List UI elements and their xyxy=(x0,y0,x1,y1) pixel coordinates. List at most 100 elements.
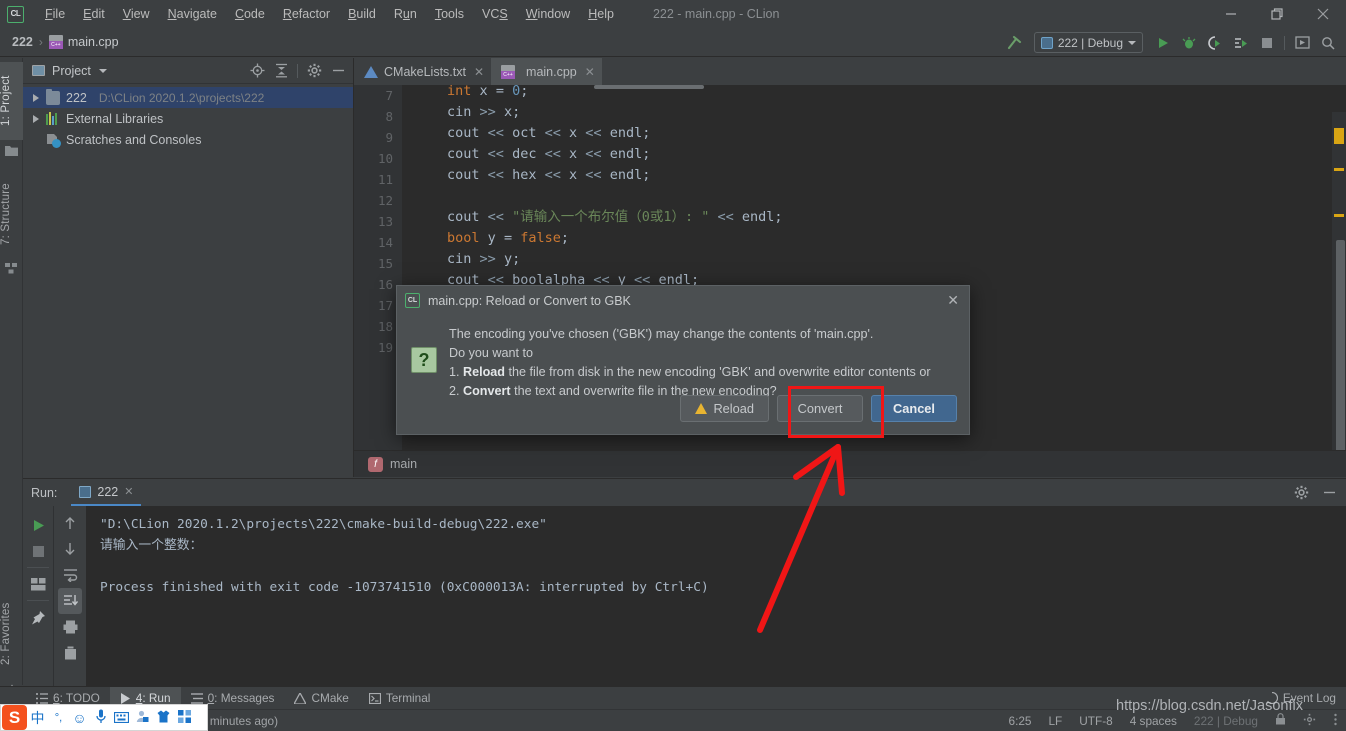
scroll-down-button[interactable] xyxy=(58,536,82,562)
scroll-up-button[interactable] xyxy=(58,510,82,536)
locate-icon[interactable] xyxy=(246,61,268,81)
tree-node-external-libraries[interactable]: External Libraries xyxy=(23,108,353,129)
run-configuration-selector[interactable]: 222 | Debug xyxy=(1033,32,1143,53)
minimize-button[interactable] xyxy=(1208,0,1254,28)
soft-wrap-button[interactable] xyxy=(58,562,82,588)
tab-main-cpp[interactable]: main.cpp ✕ xyxy=(491,58,602,85)
rerun-button[interactable] xyxy=(26,512,50,538)
gear-icon[interactable] xyxy=(1290,483,1312,503)
collapse-all-icon[interactable] xyxy=(270,61,292,81)
editor-scrollbar-thumb[interactable] xyxy=(1336,240,1345,450)
emoji-icon[interactable]: ☺ xyxy=(69,710,90,726)
menu-code[interactable]: Code xyxy=(226,3,274,25)
apps-icon[interactable] xyxy=(174,709,195,726)
pin-tab-button[interactable] xyxy=(26,604,50,630)
caret-position[interactable]: 6:25 xyxy=(1009,714,1032,728)
line-number: 8 xyxy=(385,109,393,124)
warning-icon xyxy=(695,403,708,414)
reload-button[interactable]: Reload xyxy=(680,395,769,422)
breadcrumb-function[interactable]: main xyxy=(390,457,417,471)
close-icon[interactable]: ✕ xyxy=(947,292,959,309)
menu-vcs[interactable]: VCS xyxy=(473,3,517,25)
bottom-tab-terminal[interactable]: Terminal xyxy=(359,687,441,710)
close-icon[interactable]: ✕ xyxy=(474,65,484,79)
search-everywhere-icon[interactable] xyxy=(1316,32,1340,54)
menu-help[interactable]: Help xyxy=(579,3,623,25)
project-structure-icon[interactable] xyxy=(1290,32,1314,54)
cancel-button[interactable]: Cancel xyxy=(871,395,957,422)
layout-button[interactable] xyxy=(26,571,50,597)
close-icon[interactable]: ✕ xyxy=(124,485,133,498)
chevron-down-icon[interactable] xyxy=(98,68,107,73)
menu-run[interactable]: Run xyxy=(385,3,426,25)
play-icon xyxy=(120,692,130,704)
line-separator[interactable]: LF xyxy=(1049,714,1063,728)
menu-edit[interactable]: Edit xyxy=(74,3,114,25)
menu-tools[interactable]: Tools xyxy=(426,3,473,25)
tree-node-222[interactable]: 222 D:\CLion 2020.1.2\projects\222 xyxy=(23,87,353,108)
menu-refactor[interactable]: Refactor xyxy=(274,3,339,25)
clear-all-button[interactable] xyxy=(58,640,82,666)
print-button[interactable] xyxy=(58,614,82,640)
maximize-button[interactable] xyxy=(1254,0,1300,28)
run-console-output[interactable]: "D:\CLion 2020.1.2\projects\222\cmake-bu… xyxy=(86,506,1346,686)
indent-setting[interactable]: 4 spaces xyxy=(1130,714,1177,728)
file-encoding[interactable]: UTF-8 xyxy=(1079,714,1112,728)
close-icon[interactable]: ✕ xyxy=(585,65,595,79)
title-bar: CL File Edit View Navigate Code Refactor… xyxy=(0,0,1346,28)
sogou-logo-icon[interactable]: S xyxy=(2,705,27,730)
build-hammer-icon[interactable] xyxy=(1002,32,1026,54)
sidebar-tab-favorites[interactable]: 2: Favorites xyxy=(0,588,23,680)
stop-button[interactable] xyxy=(26,538,50,564)
menu-build[interactable]: Build xyxy=(339,3,385,25)
ime-toolbar: S 中 °, ☺ xyxy=(0,704,208,731)
debug-button[interactable] xyxy=(1177,32,1201,54)
close-button[interactable] xyxy=(1300,0,1346,28)
stop-button[interactable] xyxy=(1255,32,1279,54)
lock-icon[interactable] xyxy=(1275,713,1286,728)
expand-triangle-icon[interactable] xyxy=(33,114,39,123)
chinese-mode-icon[interactable]: 中 xyxy=(27,708,48,728)
menu-view[interactable]: View xyxy=(114,3,159,25)
marker-warning[interactable] xyxy=(1334,128,1344,144)
line-number: 9 xyxy=(385,130,393,145)
run-button[interactable] xyxy=(1151,32,1175,54)
menu-navigate[interactable]: Navigate xyxy=(159,3,226,25)
editor-marker-bar[interactable] xyxy=(1332,112,1346,450)
sidebar-tab-project[interactable]: 1: Project xyxy=(0,62,23,140)
tab-cmakelists[interactable]: CMakeLists.txt ✕ xyxy=(354,58,491,85)
menu-window[interactable]: Window xyxy=(517,3,579,25)
more-status-icon[interactable] xyxy=(1333,713,1338,729)
gear-icon[interactable] xyxy=(303,61,325,81)
scratches-icon xyxy=(46,133,61,148)
menu-file[interactable]: File xyxy=(36,3,74,25)
toolbar-divider xyxy=(27,567,49,568)
profile-button[interactable] xyxy=(1229,32,1253,54)
scroll-to-end-button[interactable] xyxy=(58,588,82,614)
hide-panel-icon[interactable] xyxy=(1318,483,1340,503)
skin-icon[interactable] xyxy=(153,710,174,726)
marker-stripe[interactable] xyxy=(1334,168,1344,171)
tree-node-path: D:\CLion 2020.1.2\projects\222 xyxy=(98,90,265,105)
breadcrumb-file[interactable]: main.cpp xyxy=(68,35,119,49)
keyboard-icon[interactable] xyxy=(111,710,132,726)
expand-triangle-icon[interactable] xyxy=(33,93,39,102)
breadcrumb-project[interactable]: 222 xyxy=(12,35,33,49)
run-with-coverage-button[interactable] xyxy=(1203,32,1227,54)
user-icon[interactable] xyxy=(132,710,153,726)
marker-stripe[interactable] xyxy=(1334,214,1344,217)
horizontal-scrollbar-thumb[interactable] xyxy=(594,85,704,89)
todo-icon xyxy=(36,692,48,704)
punctuation-icon[interactable]: °, xyxy=(48,712,69,724)
settings-gear-icon[interactable] xyxy=(1303,713,1316,729)
window-title: 222 - main.cpp - CLion xyxy=(652,7,780,21)
run-tab-222[interactable]: 222 ✕ xyxy=(71,479,142,506)
code-line: cout << oct << x << endl; xyxy=(447,125,651,141)
voice-icon[interactable] xyxy=(90,709,111,727)
convert-button[interactable]: Convert xyxy=(777,395,863,422)
tree-node-scratches[interactable]: Scratches and Consoles xyxy=(23,129,353,150)
hide-panel-icon[interactable] xyxy=(327,61,349,81)
bottom-tab-cmake[interactable]: CMake xyxy=(284,687,358,710)
sidebar-tab-structure[interactable]: 7: Structure xyxy=(0,170,23,258)
project-panel-title[interactable]: Project xyxy=(52,64,91,78)
